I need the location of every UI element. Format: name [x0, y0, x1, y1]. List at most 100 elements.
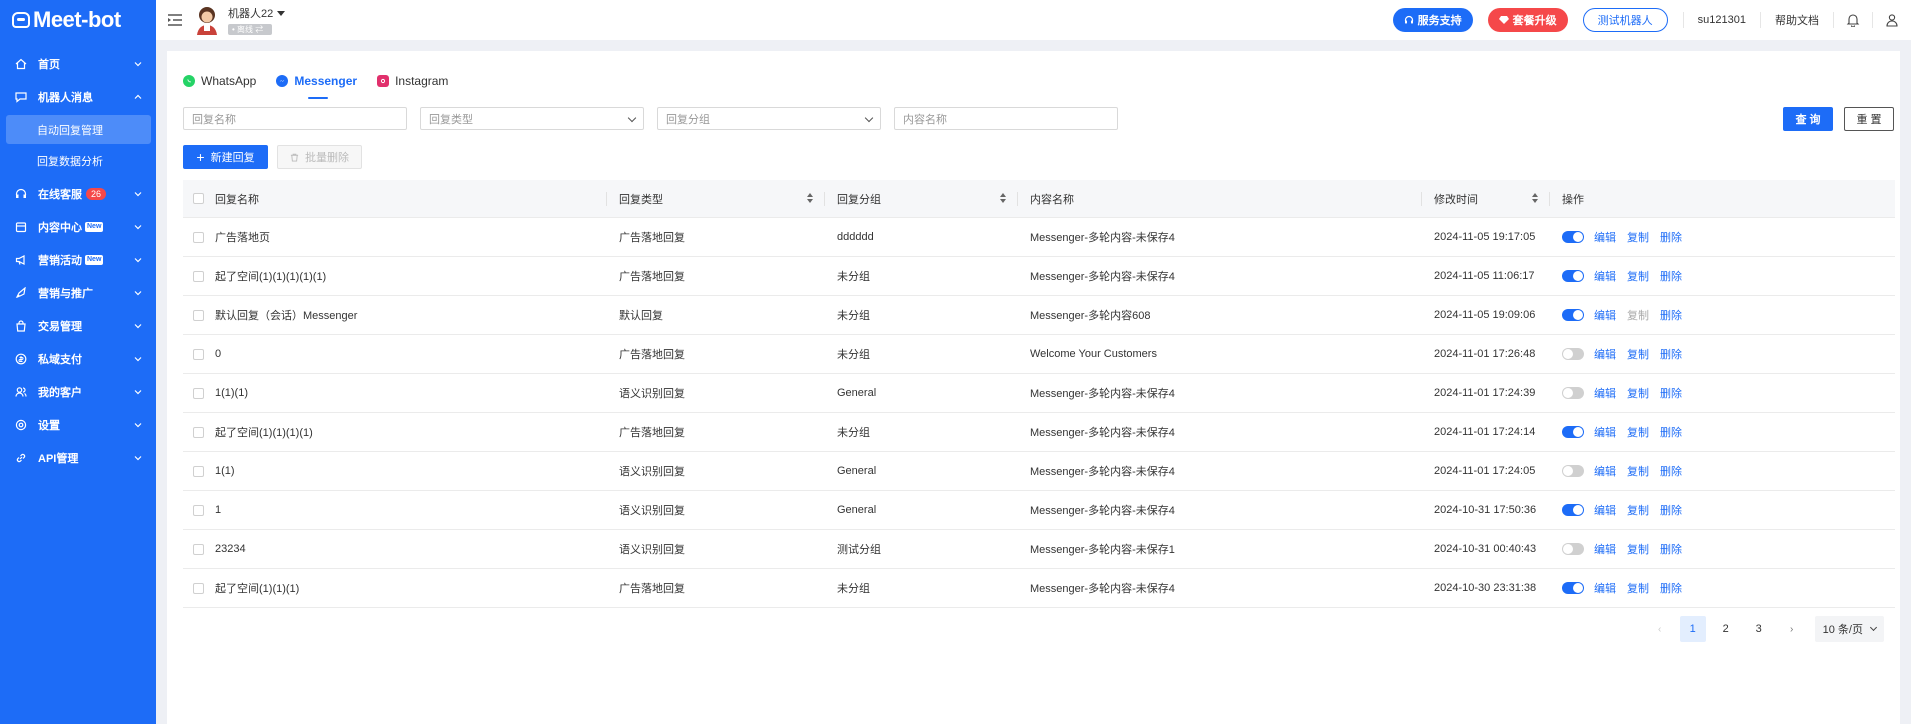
reset-button[interactable]: 重 置 — [1844, 107, 1894, 131]
next-page-button[interactable]: › — [1779, 616, 1805, 642]
cell-type: 语义识别回复 — [619, 544, 685, 556]
sidebar-item-6[interactable]: 交易管理 — [0, 309, 156, 342]
copy-link[interactable]: 复制 — [1627, 502, 1649, 518]
tab-whatsapp[interactable]: WhatsApp — [183, 71, 256, 91]
row-checkbox[interactable] — [193, 543, 204, 555]
row-checkbox[interactable] — [193, 270, 204, 282]
row-checkbox[interactable] — [193, 309, 204, 321]
sidebar-item-label: 营销活动 — [38, 254, 82, 267]
enable-toggle[interactable] — [1562, 543, 1584, 555]
prev-page-button[interactable]: ‹ — [1647, 616, 1673, 642]
edit-link[interactable]: 编辑 — [1594, 307, 1616, 323]
page-button[interactable]: 2 — [1713, 616, 1739, 642]
cell-group: General — [837, 504, 877, 516]
new-reply-button[interactable]: + 新建回复 — [183, 145, 268, 169]
upgrade-button[interactable]: 套餐升级 — [1487, 8, 1568, 32]
sidebar-item-1[interactable]: 机器人消息 — [0, 80, 156, 113]
delete-link[interactable]: 删除 — [1660, 268, 1682, 284]
content-name-input[interactable]: 内容名称 — [894, 107, 1118, 130]
row-checkbox[interactable] — [193, 348, 204, 360]
row-checkbox[interactable] — [193, 582, 204, 594]
copy-link[interactable]: 复制 — [1627, 307, 1649, 323]
enable-toggle[interactable] — [1562, 504, 1584, 516]
sort-icon[interactable] — [807, 193, 813, 205]
user-icon[interactable] — [1885, 13, 1899, 27]
tab-messenger[interactable]: Messenger — [276, 71, 357, 99]
copy-link[interactable]: 复制 — [1627, 346, 1649, 362]
sidebar-item-4[interactable]: 营销活动 New — [0, 243, 156, 276]
copy-link[interactable]: 复制 — [1627, 424, 1649, 440]
delete-link[interactable]: 删除 — [1660, 424, 1682, 440]
edit-link[interactable]: 编辑 — [1594, 385, 1616, 401]
delete-link[interactable]: 删除 — [1660, 229, 1682, 245]
page-size-select[interactable]: 10 条/页 — [1814, 616, 1884, 642]
username[interactable]: su121301 — [1684, 14, 1760, 26]
copy-link[interactable]: 复制 — [1627, 580, 1649, 596]
delete-link[interactable]: 删除 — [1660, 463, 1682, 479]
sort-icon[interactable] — [1532, 193, 1538, 205]
sidebar-item-5[interactable]: 营销与推广 — [0, 276, 156, 309]
copy-link[interactable]: 复制 — [1627, 463, 1649, 479]
edit-link[interactable]: 编辑 — [1594, 229, 1616, 245]
sidebar-item-9[interactable]: 设置 — [0, 408, 156, 441]
row-checkbox[interactable] — [193, 231, 204, 243]
edit-link[interactable]: 编辑 — [1594, 541, 1616, 557]
row-checkbox[interactable] — [193, 387, 204, 399]
reply-name-input[interactable]: 回复名称 — [183, 107, 407, 130]
bot-selector[interactable]: 机器人22 • 离线 ⇄ — [228, 5, 286, 35]
batch-delete-button[interactable]: 批量删除 — [277, 145, 362, 169]
help-docs-link[interactable]: 帮助文档 — [1761, 12, 1833, 28]
enable-toggle[interactable] — [1562, 348, 1584, 360]
delete-link[interactable]: 删除 — [1660, 541, 1682, 557]
query-button[interactable]: 查 询 — [1783, 107, 1833, 131]
tab-instagram[interactable]: Instagram — [377, 71, 448, 91]
page-button[interactable]: 3 — [1746, 616, 1772, 642]
edit-link[interactable]: 编辑 — [1594, 346, 1616, 362]
menu-toggle-icon[interactable] — [168, 14, 182, 26]
sidebar-item-0[interactable]: 首页 — [0, 47, 156, 80]
sidebar-item-7[interactable]: 私域支付 — [0, 342, 156, 375]
page-button[interactable]: 1 — [1679, 616, 1706, 642]
enable-toggle[interactable] — [1562, 465, 1584, 477]
enable-toggle[interactable] — [1562, 270, 1584, 282]
copy-link[interactable]: 复制 — [1627, 229, 1649, 245]
bell-icon[interactable] — [1846, 13, 1860, 27]
sort-icon[interactable] — [1000, 193, 1006, 205]
support-button[interactable]: 服务支持 — [1392, 8, 1473, 32]
delete-link[interactable]: 删除 — [1660, 502, 1682, 518]
sidebar-item-10[interactable]: API管理 — [0, 441, 156, 474]
reply-group-select[interactable]: 回复分组 — [657, 107, 881, 130]
sidebar-item-3[interactable]: 内容中心 New — [0, 210, 156, 243]
row-checkbox[interactable] — [193, 504, 204, 516]
enable-toggle[interactable] — [1562, 426, 1584, 438]
brand-logo[interactable]: Meet-bot — [0, 0, 156, 40]
delete-link[interactable]: 删除 — [1660, 385, 1682, 401]
enable-toggle[interactable] — [1562, 387, 1584, 399]
row-checkbox[interactable] — [193, 426, 204, 438]
copy-link[interactable]: 复制 — [1627, 268, 1649, 284]
delete-link[interactable]: 删除 — [1660, 346, 1682, 362]
select-all-checkbox[interactable] — [193, 193, 204, 204]
enable-toggle[interactable] — [1562, 231, 1584, 243]
sidebar-subitem-0[interactable]: 自动回复管理 — [6, 115, 151, 144]
sidebar-item-8[interactable]: 我的客户 — [0, 375, 156, 408]
copy-link[interactable]: 复制 — [1627, 541, 1649, 557]
edit-link[interactable]: 编辑 — [1594, 424, 1616, 440]
test-bot-button[interactable]: 测试机器人 — [1582, 8, 1668, 32]
row-checkbox[interactable] — [193, 465, 204, 477]
copy-link[interactable]: 复制 — [1627, 385, 1649, 401]
enable-toggle[interactable] — [1562, 582, 1584, 594]
edit-link[interactable]: 编辑 — [1594, 580, 1616, 596]
enable-toggle[interactable] — [1562, 309, 1584, 321]
edit-link[interactable]: 编辑 — [1594, 463, 1616, 479]
sidebar-item-2[interactable]: 在线客服 26 — [0, 177, 156, 210]
reply-type-select[interactable]: 回复类型 — [420, 107, 644, 130]
delete-link[interactable]: 删除 — [1660, 580, 1682, 596]
bot-avatar[interactable] — [194, 5, 220, 35]
sidebar-subitem-1[interactable]: 回复数据分析 — [6, 146, 151, 175]
cell-time: 2024-10-31 17:50:36 — [1434, 504, 1537, 516]
edit-link[interactable]: 编辑 — [1594, 268, 1616, 284]
delete-link[interactable]: 删除 — [1660, 307, 1682, 323]
table-row: 1(1)(1) 语义识别回复 General Messenger-多轮内容-未保存4 2… — [183, 374, 1895, 413]
edit-link[interactable]: 编辑 — [1594, 502, 1616, 518]
